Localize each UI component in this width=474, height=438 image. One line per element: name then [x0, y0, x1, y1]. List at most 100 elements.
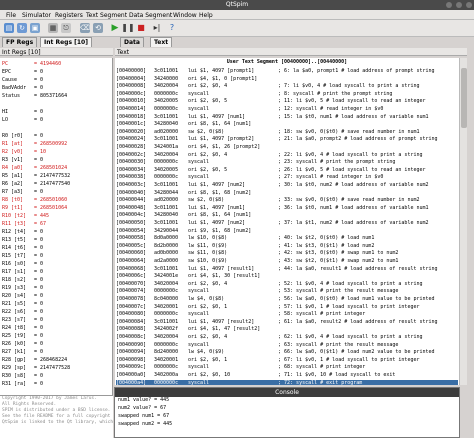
register-name: R16 [s0] [2, 261, 27, 267]
instruction-code: ad0b0000 [154, 250, 179, 257]
register-value: = 0 [34, 381, 44, 387]
instruction-address: [00400024] [116, 136, 147, 143]
register-name: R21 [s5] [2, 301, 27, 307]
single-step-icon[interactable]: ▸| [152, 23, 162, 33]
segment-tabs: Data Text [120, 37, 200, 47]
text-scrollbar[interactable] [459, 58, 467, 385]
instruction-code: 3c011001 [154, 136, 179, 143]
instruction-comment: ; 27: syscall # read integer in $v0 [278, 174, 384, 181]
register-name: R20 [s4] [2, 293, 27, 299]
stop-icon[interactable]: ■ [136, 23, 146, 33]
menu-text-segment[interactable]: Text Segment [86, 12, 127, 19]
register-value: = 0 [34, 237, 44, 243]
instruction-code: 3424002f [154, 326, 179, 333]
register-value: = 268468224 [34, 357, 68, 363]
instruction-code: 34020005 [154, 98, 179, 105]
instruction-comment: ; 33: sw $v0, 0($t0) # save read number … [278, 197, 420, 204]
register-name: Cause [2, 77, 18, 83]
pause-icon[interactable]: ❚❚ [121, 23, 134, 33]
register-name: R31 [ra] [2, 381, 27, 387]
tab-int-regs[interactable]: Int Regs [10] [40, 37, 92, 47]
instruction-comment: ; 30: la $t0, num2 # load address of var… [278, 182, 429, 188]
instruction-code: 8d2b0000 [154, 242, 179, 249]
instruction-text: ori $8, $1, 68 [num2] [188, 189, 252, 196]
run-icon[interactable]: ▶ [110, 23, 120, 33]
tab-text[interactable]: Text [150, 37, 173, 47]
instruction-code: 0000000c [154, 311, 179, 318]
instruction-text: ori $2, $0, 5 [188, 98, 228, 105]
instruction-code: 34020001 [154, 356, 179, 363]
instruction-text: syscall [188, 90, 210, 97]
minimize-button[interactable] [446, 2, 452, 8]
help-icon[interactable]: ? [167, 23, 177, 33]
clear-registers-icon[interactable]: ⌫ [80, 23, 90, 33]
reload-file-icon[interactable]: ↻ [17, 23, 27, 33]
register-name: HI [2, 109, 9, 115]
register-name: R15 [t7] [2, 253, 27, 259]
register-value: = 0 [34, 309, 44, 315]
console-window[interactable]: Console num1 value? = 445 num2 value? = 6… [114, 387, 460, 438]
scrollbar-thumb[interactable] [461, 68, 467, 128]
instruction-text: ori $2, $0, 4 [188, 83, 228, 90]
text-row[interactable]: [004000a4] 0000000c syscall ; 72: syscall #… [116, 379, 458, 385]
instruction-address: [00400078] [116, 296, 147, 302]
register-value: = 0 [34, 245, 44, 251]
menu-registers[interactable]: Registers [55, 12, 83, 19]
menu-data-segment[interactable]: Data Segment [129, 12, 172, 19]
register-value: = 0 [34, 301, 44, 307]
instruction-text: sw $2, 0($8) [188, 197, 225, 204]
instruction-code: 34280044 [154, 189, 179, 196]
instruction-text: ori $4, $1, 0 [prompt1] [188, 75, 258, 82]
menu-file[interactable]: File [6, 12, 16, 19]
tab-data[interactable]: Data [120, 37, 144, 47]
registers-panel[interactable]: PC = 4194460 EPC = 0 Cause = 0 BadVAddr = 0 Stat… [0, 58, 113, 395]
save-log-icon[interactable]: ▣ [30, 23, 40, 33]
instruction-address: [00400018] [116, 113, 147, 120]
instruction-code: 34240000 [154, 75, 179, 82]
register-value: = 0 [34, 373, 44, 379]
instruction-text: syscall [188, 341, 210, 348]
instruction-code: ad2a0000 [154, 258, 179, 264]
instruction-address: [00400048] [116, 204, 147, 211]
instruction-address: [0040007c] [116, 303, 147, 310]
instruction-comment: ; 63: syscall # print the result message [278, 341, 399, 348]
instruction-address: [00400090] [116, 341, 147, 348]
instruction-comment: ; 58: syscall # print integer [278, 311, 366, 318]
instruction-text: ori $4, $1, 47 [result2] [188, 326, 261, 333]
instruction-comment: ; 7: li $v0, 4 # load syscall to print a… [278, 83, 420, 90]
instruction-comment: ; 52: li $v0, 4 # load syscall to print … [278, 280, 423, 287]
register-value: = 0 [34, 77, 44, 83]
instruction-text: ori $2, $0, 4 [188, 280, 228, 287]
text-panel-header: Text [115, 48, 467, 56]
instruction-text: syscall [188, 106, 210, 112]
instruction-comment: ; 67: li $v0, 1 # load syscall to print … [278, 356, 420, 363]
instruction-code: 3c011001 [154, 68, 179, 74]
close-button[interactable] [466, 2, 472, 8]
menu-help[interactable]: Help [199, 12, 213, 19]
tab-fp-regs[interactable]: FP Regs [2, 37, 38, 47]
register-value: = 0 [34, 333, 44, 339]
load-file-icon[interactable]: ▤ [4, 23, 14, 33]
instruction-comment: ; 66: lw $a0, 0($t1) # load num2 value t… [278, 349, 435, 356]
instruction-text: syscall [188, 174, 210, 181]
exit-icon[interactable]: ⎋ [61, 23, 71, 33]
instruction-comment: ; 36: la $t0, num1 # load address of var… [278, 204, 429, 211]
register-value: = 268501024 [34, 165, 68, 171]
instruction-text: syscall [188, 364, 210, 371]
instruction-text: ori $4, $1, 30 [result1] [188, 273, 261, 280]
menu-window[interactable]: Window [173, 12, 197, 19]
console-title: Console [115, 388, 459, 397]
instruction-text: lw $4, 0($9) [188, 349, 225, 356]
print-icon[interactable]: ▦ [48, 23, 58, 33]
instruction-address: [00400058] [116, 235, 147, 242]
reinitialize-icon[interactable]: ⟲ [93, 23, 103, 33]
menu-simulator[interactable]: Simulator [22, 12, 51, 19]
register-value: = 268501060 [34, 197, 68, 203]
maximize-button[interactable] [456, 2, 462, 8]
instruction-address: [00400028] [116, 144, 147, 150]
register-name: R24 [t8] [2, 325, 27, 331]
text-segment-panel[interactable]: User Text Segment [00400000]..[00440000]… [115, 58, 459, 385]
instruction-text: lw $4, 0($8) [188, 296, 225, 302]
instruction-comment: ; 56: lw $a0, 0($t0) # load num1 value t… [278, 296, 435, 302]
register-tabs: FP Regs Int Regs [10] [2, 37, 112, 47]
